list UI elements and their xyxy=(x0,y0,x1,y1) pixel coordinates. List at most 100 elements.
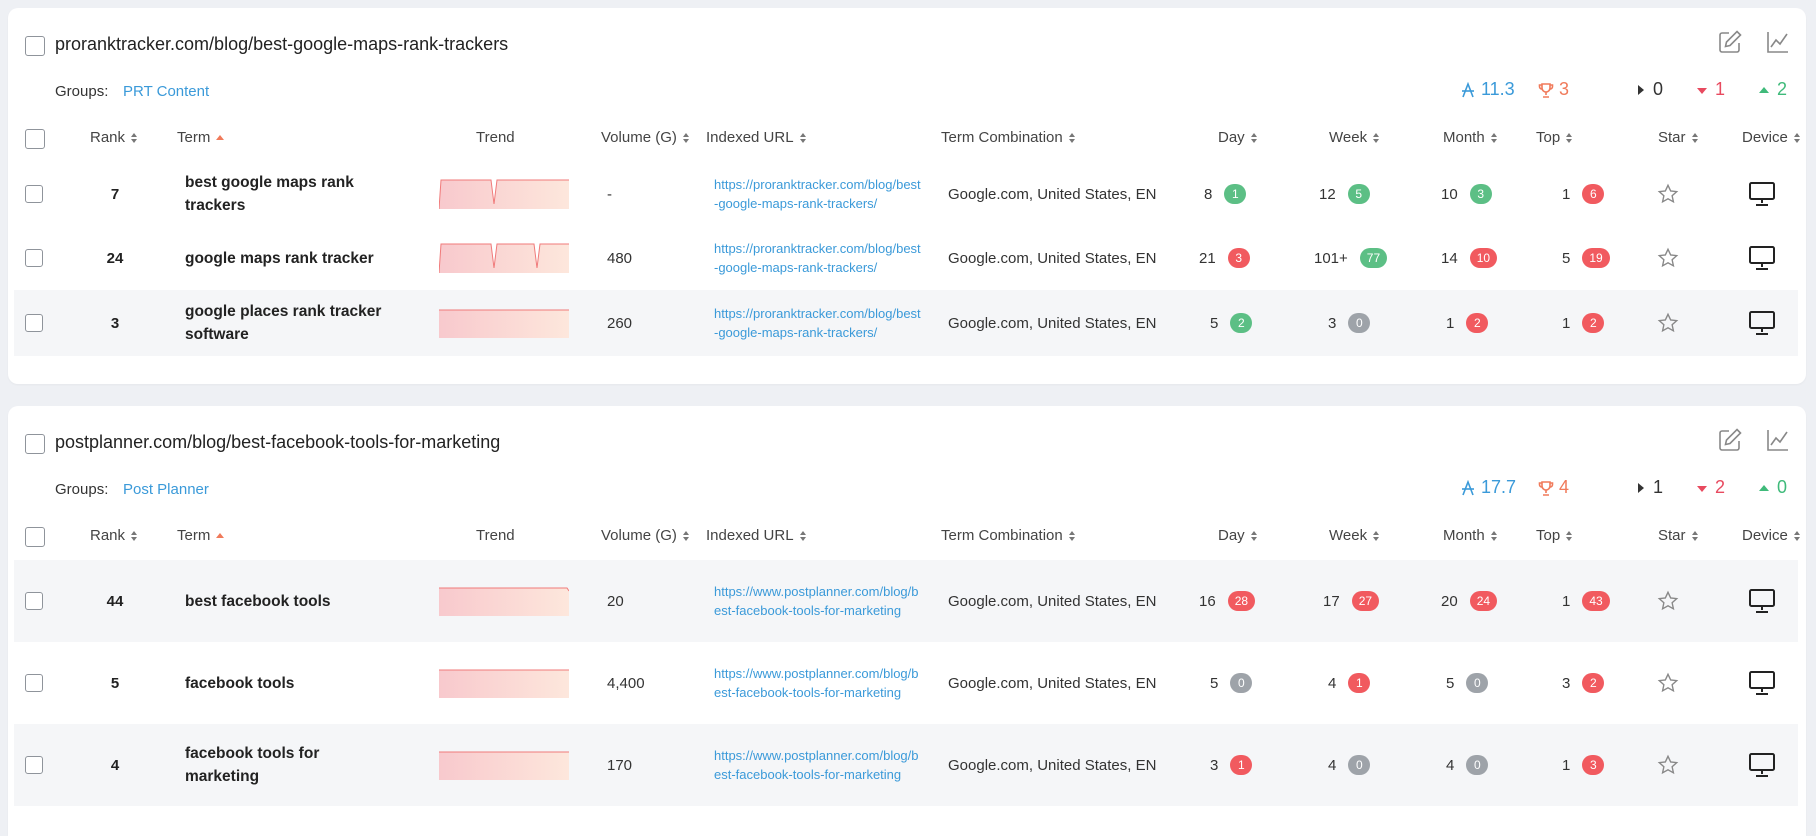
edit-icon[interactable] xyxy=(1716,28,1744,56)
term-text[interactable]: google places rank tracker software xyxy=(185,290,385,356)
row-checkbox[interactable] xyxy=(25,592,43,610)
indexed-url-link[interactable]: https://proranktracker.com/blog/best-goo… xyxy=(714,162,924,226)
term-column-header[interactable]: Term xyxy=(177,527,225,544)
month-change: 20 24 xyxy=(1441,560,1498,642)
trend-fill xyxy=(439,310,569,338)
volume-column-header[interactable]: Volume (G) xyxy=(601,527,689,544)
edit-icon[interactable] xyxy=(1716,426,1744,454)
week-badge: 77 xyxy=(1359,248,1388,268)
keyword-group-card: postplanner.com/blog/best-facebook-tools… xyxy=(8,406,1806,836)
select-all-checkbox[interactable] xyxy=(25,129,45,149)
table-row[interactable]: 7 best google maps rank trackers - https… xyxy=(14,162,1798,226)
line-chart-icon[interactable] xyxy=(1764,426,1792,454)
sort-icon xyxy=(1068,530,1075,541)
desktop-icon xyxy=(1748,226,1776,290)
month-column-header[interactable]: Month xyxy=(1443,129,1497,146)
term-text[interactable]: best google maps rank trackers xyxy=(185,162,385,226)
caret-down-icon xyxy=(1697,87,1707,94)
table-row[interactable]: 24 google maps rank tracker 480 https://… xyxy=(14,226,1798,290)
group-link[interactable]: Post Planner xyxy=(123,481,209,498)
top-change: 12 xyxy=(1562,290,1605,356)
star-outline-icon[interactable] xyxy=(1657,642,1679,724)
indexed-url-column-header[interactable]: Indexed URL xyxy=(706,527,806,544)
term-text[interactable]: best facebook tools xyxy=(185,560,385,642)
volume-value: 170 xyxy=(607,756,633,774)
select-all-checkbox[interactable] xyxy=(25,527,45,547)
indexed-url-link[interactable]: https://proranktracker.com/blog/best-goo… xyxy=(714,226,924,290)
table-row[interactable]: 44 best facebook tools 20 https://www.po… xyxy=(14,560,1798,642)
trend-sparkline xyxy=(439,587,569,616)
device-column-header[interactable]: Device xyxy=(1742,527,1800,544)
term-combination-text: Google.com, United States, EN xyxy=(948,674,1157,692)
sort-icon xyxy=(1691,530,1698,541)
star-column-header[interactable]: Star xyxy=(1658,129,1698,146)
day-column-header[interactable]: Day xyxy=(1218,527,1257,544)
star-column-header[interactable]: Star xyxy=(1658,527,1698,544)
sort-icon xyxy=(1490,132,1497,143)
trend-fill xyxy=(439,752,569,780)
term-text[interactable]: google maps rank tracker xyxy=(185,226,385,290)
declined-value: 2 xyxy=(1715,477,1726,497)
device-column-header[interactable]: Device xyxy=(1742,129,1800,146)
indexed-url-link[interactable]: https://proranktracker.com/blog/best-goo… xyxy=(714,290,924,356)
rank-column-header[interactable]: Rank xyxy=(90,129,138,146)
indexed-url-link[interactable]: https://www.postplanner.com/blog/best-fa… xyxy=(714,560,924,642)
star-outline-icon[interactable] xyxy=(1657,162,1679,226)
top-badge: 3 xyxy=(1582,755,1605,775)
term-text[interactable]: facebook tools xyxy=(185,642,385,724)
average-icon xyxy=(1462,479,1474,495)
row-checkbox[interactable] xyxy=(25,756,43,774)
term-combination-column-header[interactable]: Term Combination xyxy=(941,527,1075,544)
group-select-checkbox[interactable] xyxy=(25,434,45,454)
caret-right-icon xyxy=(1638,482,1644,493)
sort-icon xyxy=(799,132,806,143)
unchanged-value: 1 xyxy=(1653,477,1664,497)
week-column-header[interactable]: Week xyxy=(1329,527,1380,544)
indexed-url-link[interactable]: https://www.postplanner.com/blog/best-fa… xyxy=(714,642,924,724)
group-title[interactable]: proranktracker.com/blog/best-google-maps… xyxy=(55,34,508,55)
top-change: 32 xyxy=(1562,642,1605,724)
rank-value: 4 xyxy=(110,756,120,774)
volume-value: 480 xyxy=(607,249,633,267)
row-checkbox[interactable] xyxy=(25,314,43,332)
line-chart-icon[interactable] xyxy=(1764,28,1792,56)
group-link[interactable]: PRT Content xyxy=(123,83,209,100)
row-checkbox[interactable] xyxy=(25,185,43,203)
sort-ascending-icon xyxy=(216,135,225,140)
desktop-icon xyxy=(1748,642,1776,724)
indexed-url-link[interactable]: https://www.postplanner.com/blog/best-fa… xyxy=(714,724,924,806)
day-change: 16 28 xyxy=(1199,560,1256,642)
rank-column-header[interactable]: Rank xyxy=(90,527,138,544)
table-row[interactable]: 3 google places rank tracker software 26… xyxy=(14,290,1798,356)
table-row[interactable]: 5 facebook tools 4,400 https://www.postp… xyxy=(14,642,1798,724)
trend-fill xyxy=(439,244,569,273)
top-column-header[interactable]: Top xyxy=(1536,527,1573,544)
term-combination-column-header[interactable]: Term Combination xyxy=(941,129,1075,146)
top-badge: 2 xyxy=(1582,313,1605,333)
volume-column-header[interactable]: Volume (G) xyxy=(601,129,689,146)
month-column-header[interactable]: Month xyxy=(1443,527,1497,544)
week-column-header[interactable]: Week xyxy=(1329,129,1380,146)
star-outline-icon[interactable] xyxy=(1657,290,1679,356)
row-checkbox[interactable] xyxy=(25,674,43,692)
star-outline-icon[interactable] xyxy=(1657,226,1679,290)
month-value: 14 xyxy=(1441,249,1458,267)
row-checkbox[interactable] xyxy=(25,249,43,267)
day-badge: 3 xyxy=(1227,248,1250,268)
star-outline-icon[interactable] xyxy=(1657,560,1679,642)
star-outline-icon[interactable] xyxy=(1657,724,1679,806)
week-value: 17 xyxy=(1323,592,1340,610)
table-row[interactable]: 4 facebook tools for marketing 170 https… xyxy=(14,724,1798,806)
declined-stat: 1 xyxy=(1694,79,1725,100)
top-column-header[interactable]: Top xyxy=(1536,129,1573,146)
month-change: 10 3 xyxy=(1441,162,1492,226)
term-column-header[interactable]: Term xyxy=(177,129,225,146)
week-badge: 0 xyxy=(1348,313,1371,333)
term-text[interactable]: facebook tools for marketing xyxy=(185,724,385,806)
group-select-checkbox[interactable] xyxy=(25,36,45,56)
month-value: 10 xyxy=(1441,185,1458,203)
group-title[interactable]: postplanner.com/blog/best-facebook-tools… xyxy=(55,432,500,453)
day-column-header[interactable]: Day xyxy=(1218,129,1257,146)
week-value: 3 xyxy=(1328,314,1337,332)
indexed-url-column-header[interactable]: Indexed URL xyxy=(706,129,806,146)
